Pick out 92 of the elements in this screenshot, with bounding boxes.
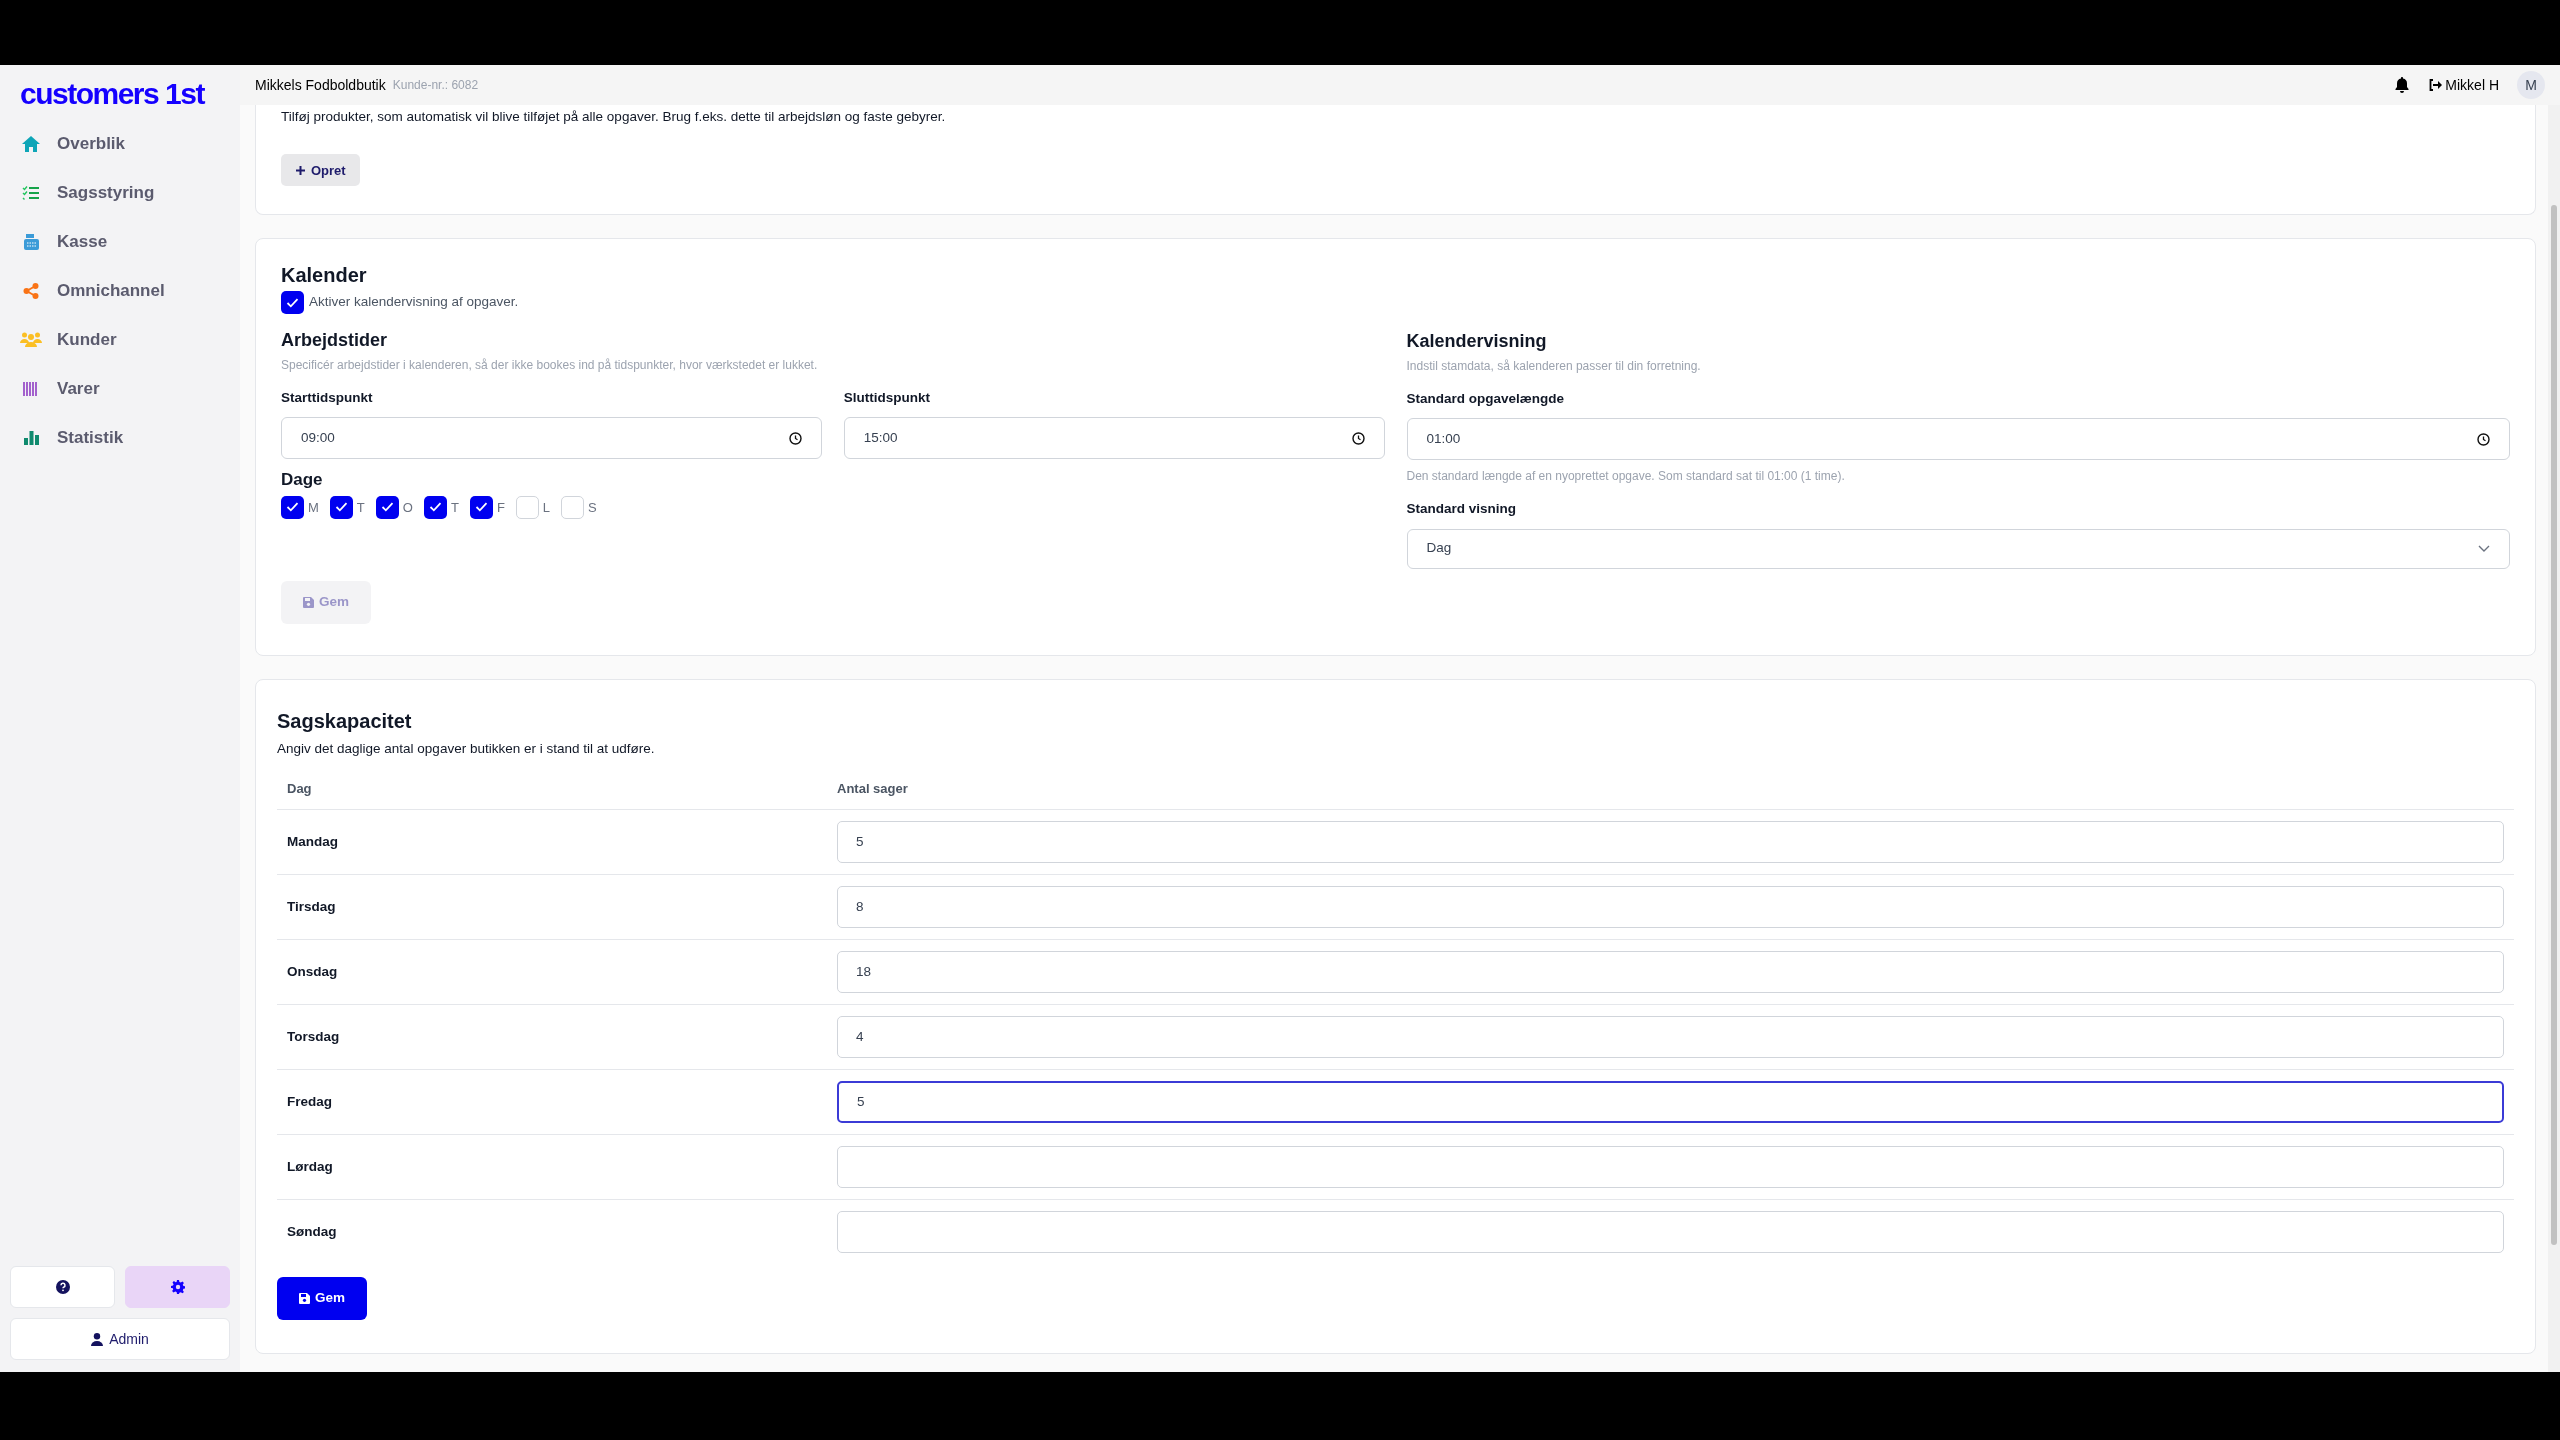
day-name: Mandag xyxy=(287,832,339,851)
subsection-description: Indstil stamdata, så kalenderen passer til din forretning. xyxy=(1406,358,1702,375)
barcode-icon xyxy=(23,381,39,396)
capacity-field[interactable]: 5 xyxy=(837,1080,2504,1123)
share-icon xyxy=(23,282,39,299)
time-field[interactable]: 01:00 xyxy=(1406,418,2510,461)
capacity-field[interactable] xyxy=(837,1211,2504,1254)
save-icon xyxy=(299,1292,310,1304)
checkbox-label: L xyxy=(542,498,551,517)
shop-name: Mikkels Fodboldbutik xyxy=(255,75,386,95)
help-button[interactable] xyxy=(10,1266,115,1308)
plus-icon xyxy=(295,164,306,176)
capacity-field[interactable]: 4 xyxy=(837,1015,2504,1058)
checkbox[interactable] xyxy=(515,495,539,519)
products-description: Tilføj produkter, som automatisk vil blive tilføjet på alle opgaver. Brug f.eks. dette til arbejdsløn og faste gebyrer. xyxy=(281,108,947,126)
checklist-icon xyxy=(22,185,40,200)
view-dropdown[interactable]: Dag xyxy=(1406,528,2510,569)
nav-item[interactable]: Overblik xyxy=(0,119,240,168)
create-button[interactable]: Opret xyxy=(281,154,360,187)
nav-item[interactable]: Sagsstyring xyxy=(0,168,240,217)
checkbox-label: S xyxy=(588,498,597,517)
subsection-description: Specificér arbejdstider i kalenderen, så der ikke bookes ind på tidspunkter, hvor værkstedet er lukket. xyxy=(281,357,819,374)
logout-link[interactable]: Mikkel H xyxy=(2429,74,2499,96)
save-icon xyxy=(303,596,314,608)
checkmark-icon xyxy=(380,502,394,513)
help-icon xyxy=(55,1280,70,1294)
nav-item[interactable]: Omnichannel xyxy=(0,266,240,315)
field-label: Standard opgavelængde xyxy=(1406,390,1566,408)
scrollbar[interactable] xyxy=(2548,105,2560,1372)
field-help-text: Den standard længde af en nyoprettet opgave. Som standard sat til 01:00 (1 time). xyxy=(1406,468,1846,486)
nav-item[interactable]: Kasse xyxy=(0,217,240,266)
checkbox[interactable] xyxy=(329,495,353,519)
day-name: Onsdag xyxy=(287,962,339,981)
logout-icon xyxy=(2429,79,2443,91)
section-title: Kalender xyxy=(281,263,368,288)
bar-chart-icon xyxy=(23,430,39,445)
day-name: Tirsdag xyxy=(287,897,337,916)
subsection-title: Kalendervisning xyxy=(1406,330,1548,353)
capacity-field[interactable]: 8 xyxy=(837,885,2504,928)
clock-icon xyxy=(788,431,802,445)
checkbox-label: Aktiver kalendervisning af opgaver. xyxy=(309,293,519,312)
days-label: Dage xyxy=(281,469,324,492)
field-label: Starttidspunkt xyxy=(281,389,374,407)
checkmark-icon xyxy=(334,502,348,513)
home-icon xyxy=(22,135,40,152)
checkmark-icon xyxy=(474,502,488,513)
checkbox[interactable] xyxy=(423,495,447,519)
day-name: Lørdag xyxy=(287,1157,334,1176)
field-label: Sluttidspunkt xyxy=(843,389,931,407)
time-field[interactable]: 09:00 xyxy=(281,417,822,460)
user-avatar[interactable]: M xyxy=(2517,71,2545,99)
logo: customers 1st xyxy=(20,79,204,111)
clock-icon xyxy=(2477,432,2490,446)
admin-button[interactable]: Admin xyxy=(10,1318,230,1360)
chevron-down-icon xyxy=(2478,545,2490,552)
checkmark-icon xyxy=(286,502,299,513)
field-label: Standard visning xyxy=(1406,500,1518,519)
checkbox[interactable] xyxy=(281,495,304,519)
section-title: Sagskapacitet xyxy=(277,709,413,734)
checkmark-icon xyxy=(428,502,442,513)
checkbox[interactable] xyxy=(375,495,399,519)
nav-item[interactable]: Statistik xyxy=(0,413,240,462)
capacity-field[interactable] xyxy=(837,1145,2504,1188)
time-field[interactable]: 15:00 xyxy=(843,417,1385,460)
day-name: Søndag xyxy=(287,1223,338,1242)
checkbox-label: M xyxy=(308,498,319,517)
checkbox[interactable] xyxy=(469,495,493,519)
customer-number: Kunde-nr.: 6082 xyxy=(392,77,479,94)
nav-item[interactable]: Kunder xyxy=(0,315,240,364)
day-name: Torsdag xyxy=(287,1027,341,1046)
capacity-field[interactable]: 18 xyxy=(837,950,2504,993)
settings-icon xyxy=(170,1280,185,1294)
column-header: Antal sager xyxy=(837,780,909,799)
save-button[interactable]: Gem xyxy=(277,1276,367,1320)
nav-item[interactable]: Varer xyxy=(0,364,240,413)
subsection-title: Arbejdstider xyxy=(281,329,389,352)
checkbox[interactable] xyxy=(281,291,304,314)
clock-icon xyxy=(1351,431,1365,445)
capacity-field[interactable]: 5 xyxy=(837,820,2504,863)
checkbox-label: T xyxy=(356,498,365,517)
checkbox-label: T xyxy=(450,498,459,517)
checkmark-icon xyxy=(286,297,299,308)
users-icon xyxy=(20,332,42,347)
user-icon xyxy=(91,1332,104,1346)
day-name: Fredag xyxy=(287,1092,333,1111)
checkbox-label: O xyxy=(402,498,413,517)
settings-button[interactable] xyxy=(125,1266,230,1308)
checkbox[interactable] xyxy=(561,495,585,519)
notification-bell-icon[interactable] xyxy=(2395,77,2410,93)
cash-register-icon xyxy=(22,233,40,250)
checkbox-label: F xyxy=(496,498,505,517)
section-description: Angiv det daglige antal opgaver butikken er i stand til at udføre. xyxy=(277,740,656,758)
